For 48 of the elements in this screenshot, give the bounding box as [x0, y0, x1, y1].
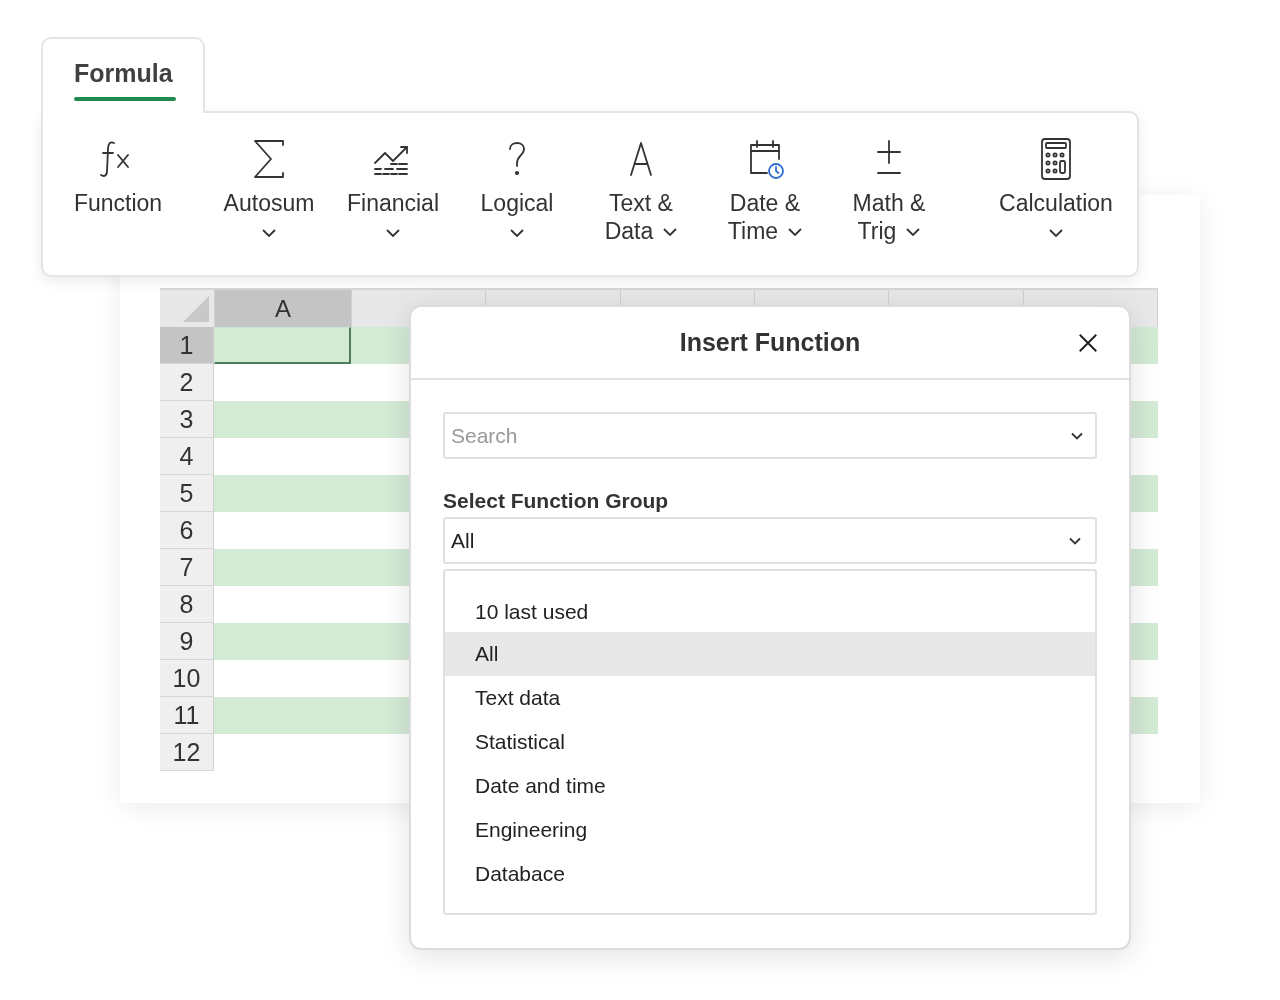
ribbon-button[interactable]: Financial: [331, 135, 455, 245]
ribbon-button[interactable]: Math & Trig: [827, 135, 951, 245]
dropdown-option[interactable]: Databace: [445, 852, 1095, 896]
row-header[interactable]: 8: [160, 586, 214, 623]
formula-tab[interactable]: Formula: [41, 37, 205, 113]
row-header[interactable]: 6: [160, 512, 214, 549]
selected-cell[interactable]: [214, 327, 351, 364]
ribbon-button[interactable]: Date & Time: [703, 135, 827, 245]
row-header[interactable]: 10: [160, 660, 214, 697]
dropdown-option[interactable]: 10 last used: [445, 591, 1095, 632]
ribbon-label: Financial: [346, 189, 439, 217]
dropdown-option[interactable]: Text data: [445, 676, 1095, 720]
ribbon-button[interactable]: Autosum: [207, 135, 331, 245]
ribbon-label: Text &: [609, 189, 673, 217]
row-header[interactable]: 1: [160, 327, 214, 364]
ribbon-label: Time: [727, 217, 779, 245]
ribbon-label: Math &: [852, 189, 926, 217]
close-icon[interactable]: [1077, 332, 1099, 354]
dropdown-option[interactable]: Statistical: [445, 720, 1095, 764]
ribbon-label: Function: [73, 189, 163, 217]
ribbon-label: Date &: [729, 189, 801, 217]
ribbon-label: Logical: [480, 189, 554, 217]
ribbon-label: Autosum: [223, 189, 315, 217]
ribbon-label: Calculation: [999, 189, 1113, 217]
ribbon-button[interactable]: Function: [57, 135, 179, 217]
dropdown-option[interactable]: All: [445, 632, 1095, 676]
field-label: Select Function Group: [443, 489, 670, 513]
ribbon-button[interactable]: Logical: [455, 135, 579, 245]
ribbon-label: Trig: [857, 217, 897, 245]
chevron-down-icon: [1071, 432, 1083, 440]
row-header[interactable]: 9: [160, 623, 214, 660]
dialog-title: Insert Function: [679, 328, 861, 357]
dropdown-option[interactable]: Engineering: [445, 808, 1095, 852]
function-group-select[interactable]: All: [443, 517, 1097, 564]
chevron-down-icon: [1069, 536, 1081, 545]
row-header[interactable]: 3: [160, 401, 214, 438]
ribbon-button[interactable]: Text & Data: [579, 135, 703, 245]
row-header[interactable]: 12: [160, 734, 214, 771]
row-header[interactable]: 4: [160, 438, 214, 475]
row-header[interactable]: 11: [160, 697, 214, 734]
ribbon-label: Data: [604, 217, 654, 245]
search-field[interactable]: Search: [443, 412, 1097, 459]
row-header[interactable]: 2: [160, 364, 214, 401]
row-header[interactable]: 5: [160, 475, 214, 512]
column-header[interactable]: A: [215, 290, 352, 327]
row-header[interactable]: 7: [160, 549, 214, 586]
ribbon-button[interactable]: Calculation: [979, 135, 1133, 237]
dropdown-option[interactable]: Date and time: [445, 764, 1095, 808]
